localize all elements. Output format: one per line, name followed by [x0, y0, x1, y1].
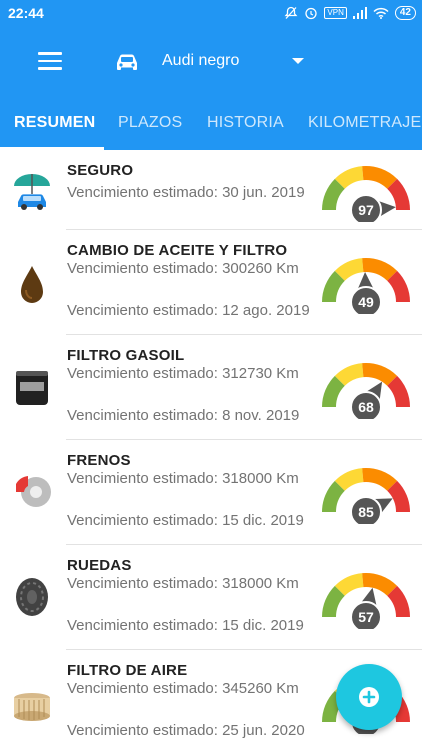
item-title: FILTRO DE AIRE: [67, 662, 188, 679]
mute-icon: [284, 6, 298, 19]
tab-plazos[interactable]: PLAZOS: [118, 114, 182, 132]
item-due-date: Vencimiento estimado: 15 dic. 2019: [67, 512, 304, 529]
tab-resumen[interactable]: RESUMEN: [14, 114, 95, 132]
list-item[interactable]: CAMBIO DE ACEITE Y FILTRO Vencimiento es…: [0, 230, 422, 335]
item-due-km: Vencimiento estimado: 318000 Km: [67, 470, 299, 487]
battery-indicator: 42: [394, 6, 416, 20]
chevron-down-icon[interactable]: [292, 58, 304, 64]
item-due-km: Vencimiento estimado: 300260 Km: [67, 260, 299, 277]
oil-filter-icon: [16, 371, 48, 405]
tire-icon: [16, 578, 48, 616]
menu-icon: [38, 52, 62, 55]
add-button[interactable]: [336, 664, 402, 730]
list-item[interactable]: FILTRO GASOIL Vencimiento estimado: 3127…: [0, 335, 422, 440]
item-due-date: Vencimiento estimado: 8 nov. 2019: [67, 407, 300, 424]
vehicle-selector[interactable]: Audi negro: [162, 52, 239, 70]
item-title: RUEDAS: [67, 557, 132, 574]
score-gauge: 49: [322, 258, 410, 314]
item-due-km: Vencimiento estimado: 345260 Km: [67, 680, 299, 697]
item-due-km: Vencimiento estimado: 312730 Km: [67, 365, 299, 382]
tab-historia[interactable]: HISTORIA: [207, 114, 284, 132]
item-title: FRENOS: [67, 452, 131, 469]
list-item[interactable]: FRENOS Vencimiento estimado: 318000 Km V…: [0, 440, 422, 545]
score-value: 85: [358, 504, 374, 520]
item-due-date: Vencimiento estimado: 25 jun. 2020: [67, 722, 305, 739]
brake-disc-icon: [16, 476, 51, 507]
item-due-date: Vencimiento estimado: 30 jun. 2019: [67, 184, 305, 201]
list-item[interactable]: RUEDAS Vencimiento estimado: 318000 Km V…: [0, 545, 422, 650]
app-bar: Audi negro: [0, 28, 422, 94]
item-title: SEGURO: [67, 162, 134, 179]
item-title: FILTRO GASOIL: [67, 347, 185, 364]
status-time: 22:44: [8, 5, 44, 21]
menu-button[interactable]: [38, 52, 62, 70]
wifi-icon: [373, 7, 389, 19]
tab-kilometraje[interactable]: KILOMETRAJE: [308, 114, 421, 132]
maintenance-list: SEGURO Vencimiento estimado: 30 jun. 201…: [0, 150, 422, 750]
score-value: 57: [358, 609, 374, 625]
score-gauge: 68: [322, 363, 410, 419]
item-due-km: Vencimiento estimado: 318000 Km: [67, 575, 299, 592]
car-icon: [117, 54, 137, 70]
status-icons: VPN 42: [284, 6, 416, 20]
item-due-date: Vencimiento estimado: 12 ago. 2019: [67, 302, 310, 319]
alarm-icon: [305, 7, 318, 20]
umbrella-car-icon: [14, 174, 50, 210]
air-filter-icon: [14, 693, 50, 721]
item-title: CAMBIO DE ACEITE Y FILTRO: [67, 242, 288, 259]
item-due-date: Vencimiento estimado: 15 dic. 2019: [67, 617, 304, 634]
status-bar: 22:44 VPN 42: [0, 0, 422, 28]
tab-bar: RESUMEN PLAZOS HISTORIA KILOMETRAJE: [0, 94, 422, 150]
signal-icon: [352, 7, 367, 19]
vpn-badge: VPN: [324, 7, 347, 19]
list-item[interactable]: SEGURO Vencimiento estimado: 30 jun. 201…: [0, 150, 422, 230]
score-gauge: 57: [322, 573, 410, 629]
score-value: 97: [358, 202, 374, 218]
oil-drop-icon: [21, 266, 43, 303]
score-gauge: 97: [322, 166, 410, 222]
score-gauge: 85: [322, 468, 410, 524]
score-value: 68: [358, 399, 374, 415]
plus-circle-icon: [359, 687, 379, 707]
score-value: 49: [358, 294, 374, 310]
